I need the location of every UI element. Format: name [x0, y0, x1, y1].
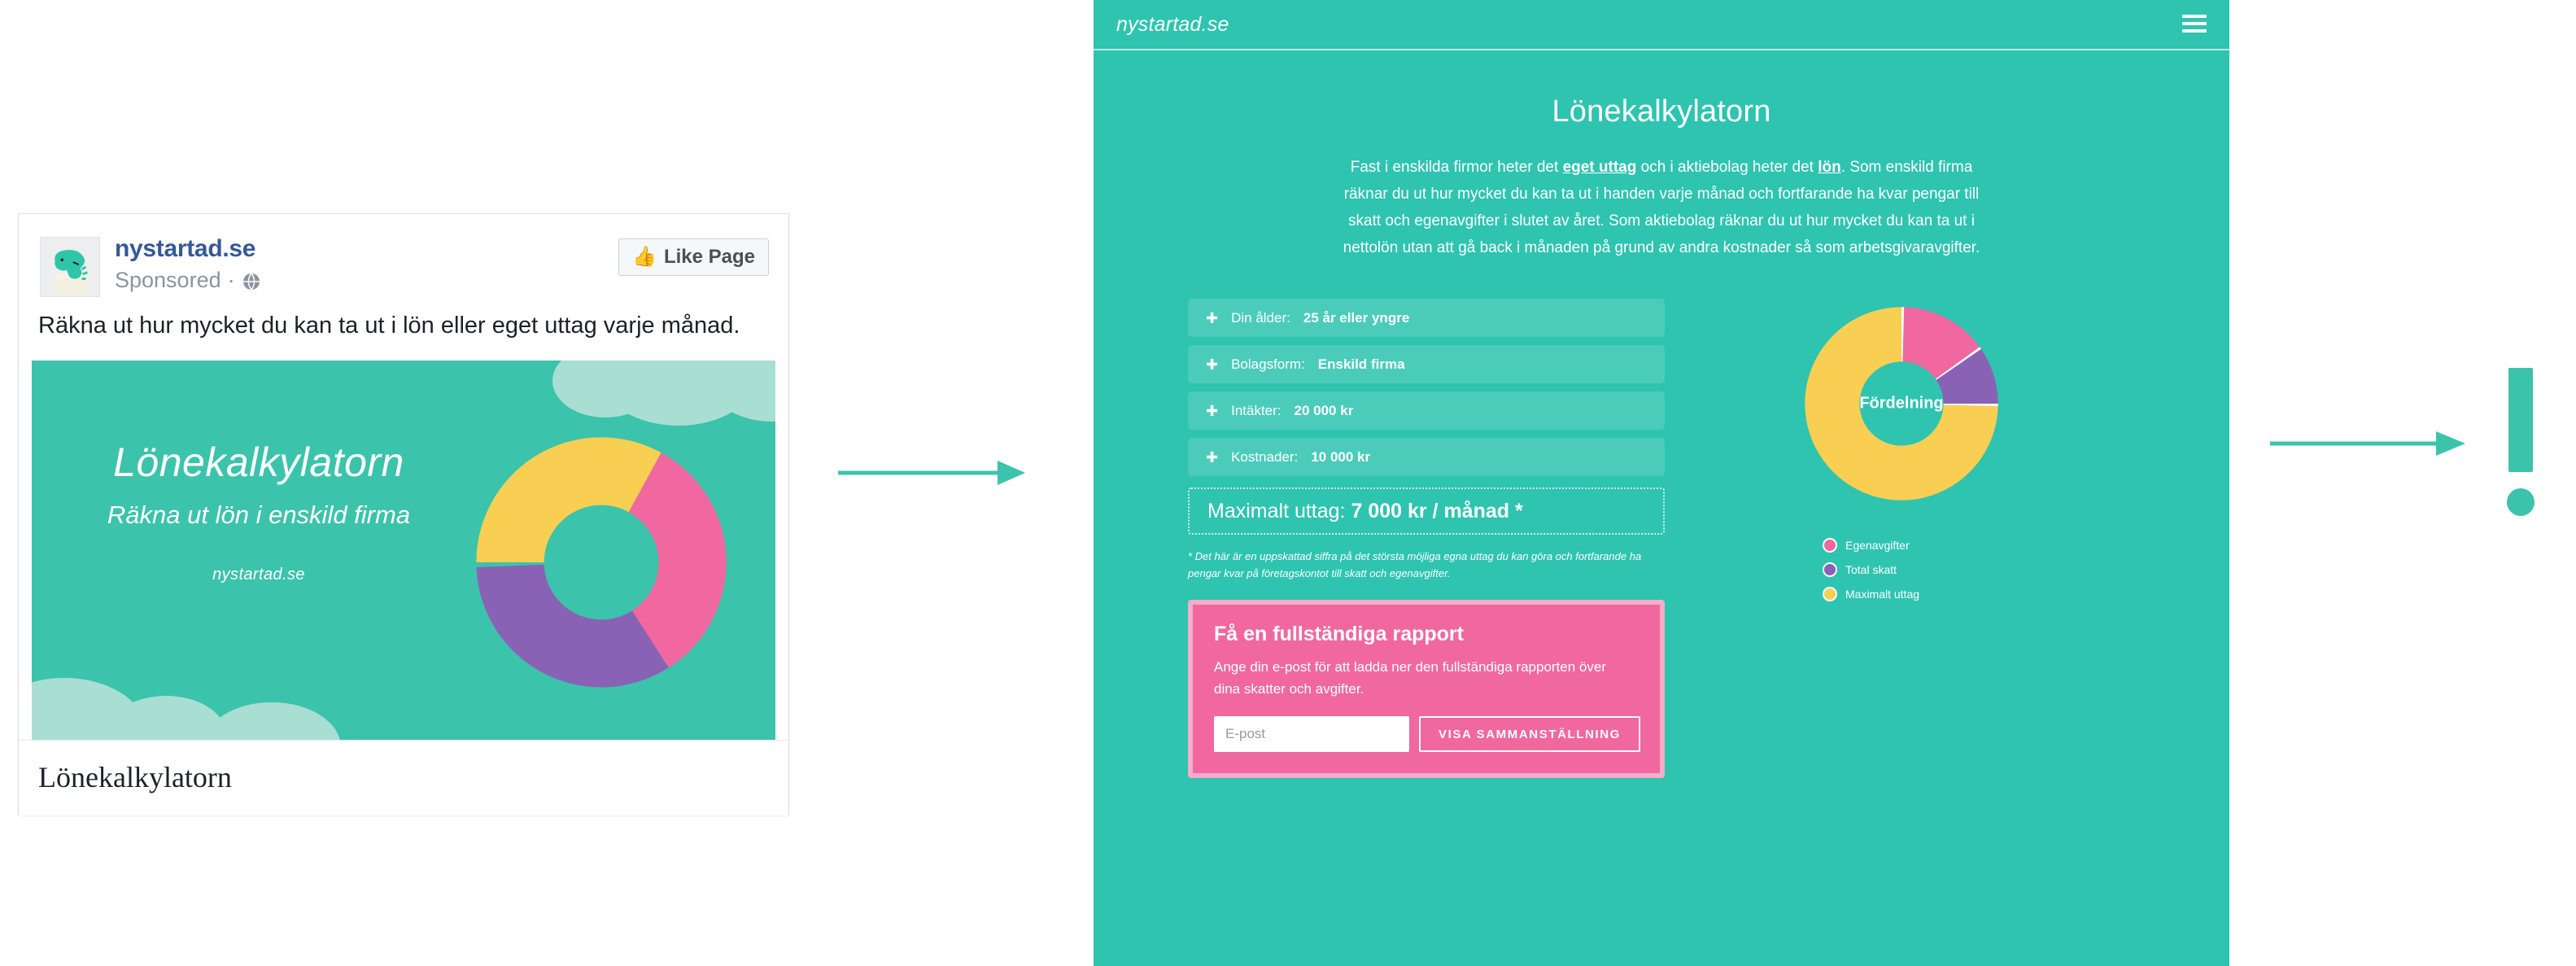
lead-title: Få en fullständiga rapport [1214, 623, 1464, 645]
page-name-link[interactable]: nystartad.se [115, 235, 261, 263]
accordion-label: Bolagsform: [1231, 356, 1305, 372]
separator-dot: · [227, 268, 235, 292]
thumbs-up-icon: 👍 [632, 246, 657, 268]
exclamation-bar [2508, 368, 2533, 472]
ad-donut-chart [476, 437, 727, 688]
accordion-row-bolagsform[interactable]: ✚ Bolagsform: Enskild firma [1188, 345, 1665, 383]
accordion-value: 20 000 kr [1294, 402, 1354, 418]
intro-link-lon[interactable]: lön [1818, 159, 1841, 176]
legend-label: Egenavgifter [1845, 539, 1910, 552]
distribution-donut-chart: Fördelning [1797, 299, 2006, 509]
result-box: Maximalt uttag: 7 000 kr / månad * [1188, 487, 1665, 535]
creative-url: nystartad.se [212, 566, 305, 584]
accordion-label: Din ålder: [1231, 309, 1290, 326]
arrow-right-icon [2270, 431, 2465, 456]
exclamation-mark-icon [2504, 368, 2537, 516]
accordion-row-kostnader[interactable]: ✚ Kostnader: 10 000 kr [1188, 438, 1665, 476]
accordion-value: 10 000 kr [1311, 448, 1371, 465]
result-label: Maximalt uttag: [1207, 499, 1346, 522]
lead-description: Ange din e-post för att ladda ner den fu… [1214, 659, 1606, 697]
plus-icon: ✚ [1206, 309, 1219, 326]
hamburger-menu-icon[interactable] [2182, 15, 2207, 33]
cloud-shape [203, 702, 341, 740]
show-summary-button[interactable]: VISA SAMMANSTÄLLNING [1419, 716, 1640, 752]
donut-svg [1805, 307, 1998, 500]
plus-icon: ✚ [1206, 356, 1219, 373]
calculator-website: nystartad.se Lönekalkylatorn Fast i ensk… [1094, 0, 2229, 966]
chart-column: Fördelning Egenavgifter Total skatt Maxi… [1728, 299, 2070, 611]
intro-paragraph: Fast i enskilda firmor heter det eget ut… [1340, 154, 1983, 261]
plus-icon: ✚ [1206, 402, 1219, 419]
lead-form: VISA SAMMANSTÄLLNING [1214, 716, 1640, 752]
ad-body-text: Räkna ut hur mycket du kan ta ut i lön e… [38, 313, 740, 339]
avatar[interactable] [40, 237, 100, 297]
site-header: nystartad.se [1094, 0, 2229, 50]
exclamation-dot [2507, 488, 2535, 516]
creative-subhead: Räkna ut lön i enskild firma [107, 500, 411, 529]
legend-color-swatch [1823, 562, 1837, 577]
site-main: Lönekalkylatorn Fast i enskilda firmor h… [1094, 94, 2229, 778]
plus-icon: ✚ [1206, 448, 1219, 466]
like-page-button[interactable]: 👍 Like Page [618, 238, 769, 276]
legend-color-swatch [1823, 587, 1837, 601]
sponsored-label[interactable]: Sponsored [115, 266, 221, 294]
legend-label: Maximalt uttag [1845, 588, 1920, 601]
calculator-form-column: ✚ Din ålder: 25 år eller yngre ✚ Bolagsf… [1188, 299, 1665, 778]
accordion-value: Enskild firma [1317, 356, 1405, 372]
ad-caption-title[interactable]: Lönekalkylatorn [19, 740, 788, 815]
accordion-label: Intäkter: [1231, 402, 1281, 418]
legend-item-maximalt-uttag: Maximalt uttag [1823, 587, 2070, 601]
page-title: Lönekalkylatorn [1552, 94, 1771, 129]
accordion-row-alder[interactable]: ✚ Din ålder: 25 år eller yngre [1188, 299, 1665, 337]
dinosaur-logo-icon [51, 250, 89, 296]
email-input[interactable] [1214, 716, 1409, 752]
accordion-value: 25 år eller yngre [1303, 309, 1410, 326]
hamburger-bar [2182, 15, 2207, 18]
chart-legend: Egenavgifter Total skatt Maximalt uttag [1823, 538, 2070, 601]
ad-identity: nystartad.se Sponsored · [115, 235, 261, 294]
lead-capture-box: Få en fullständiga rapport Ange din e-po… [1188, 600, 1665, 778]
accordion-row-intakter[interactable]: ✚ Intäkter: 20 000 kr [1188, 391, 1665, 430]
site-logo[interactable]: nystartad.se [1116, 13, 1229, 37]
intro-part-1: Fast i enskilda firmor heter det [1350, 159, 1563, 176]
footnote-text: * Det här är en uppskattad siffra på det… [1188, 550, 1642, 579]
hamburger-bar [2182, 22, 2207, 25]
arrow-right-icon [838, 461, 1025, 485]
like-page-label: Like Page [663, 246, 755, 268]
legend-item-total-skatt: Total skatt [1823, 562, 2070, 577]
intro-link-eget-uttag[interactable]: eget uttag [1563, 159, 1637, 176]
legend-label: Total skatt [1845, 563, 1897, 576]
creative-text-block: Lönekalkylatorn Räkna ut lön i enskild f… [68, 439, 450, 584]
intro-part-2: och i aktiebolag heter det [1636, 159, 1818, 176]
legend-item-egenavgifter: Egenavgifter [1823, 538, 2070, 553]
sponsored-row: Sponsored · [115, 266, 261, 294]
result-value: 7 000 kr / månad * [1351, 499, 1523, 522]
creative-headline: Lönekalkylatorn [113, 439, 404, 485]
ad-header: nystartad.se Sponsored · 👍 Like Page [19, 214, 788, 310]
accordion-label: Kostnader: [1231, 448, 1299, 465]
screenshot-root: nystartad.se Sponsored · 👍 Like Page Räk… [0, 0, 2576, 966]
legend-color-swatch [1823, 538, 1837, 553]
ad-creative-image[interactable]: Lönekalkylatorn Räkna ut lön i enskild f… [32, 361, 775, 740]
facebook-ad-card: nystartad.se Sponsored · 👍 Like Page Räk… [18, 213, 789, 815]
globe-icon [242, 270, 261, 291]
hamburger-bar [2182, 29, 2207, 33]
